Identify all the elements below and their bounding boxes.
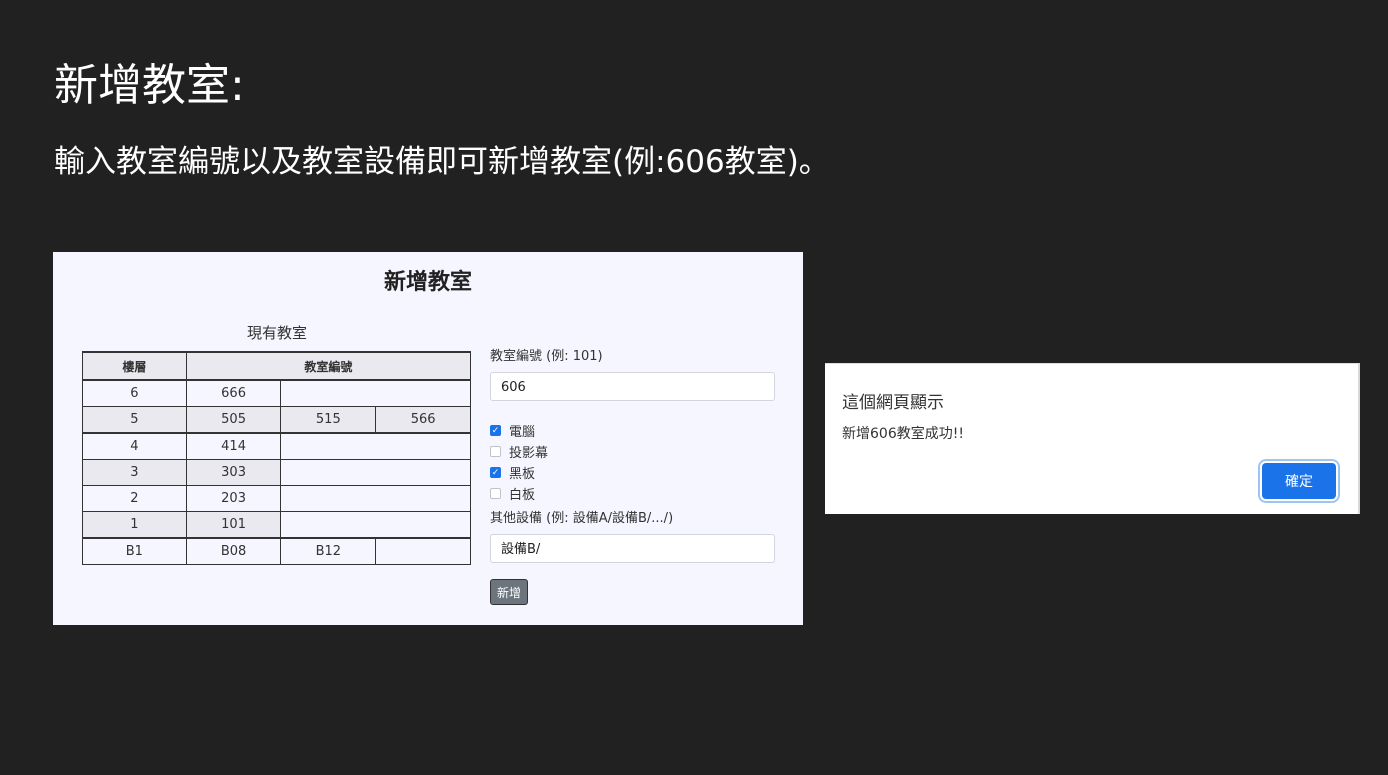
table-header-row: 樓層 教室編號 [82, 351, 472, 381]
table-row: 5 505 515 566 [82, 406, 471, 434]
add-classroom-form: 教室編號 (例: 101) 606 ✓ 電腦 投影幕 ✓ 黑板 白板 其他設備 … [490, 345, 777, 605]
equipment-option-whiteboard[interactable]: 白板 [490, 483, 777, 504]
equipment-option-computer[interactable]: ✓ 電腦 [490, 420, 777, 441]
checkbox-unchecked-icon[interactable] [490, 488, 501, 499]
table-row: 6 666 [82, 379, 471, 407]
table-row: 1 101 [82, 511, 471, 539]
alert-dialog: 這個網頁顯示 新增606教室成功!! 確定 [825, 363, 1360, 514]
room-cell: 203 [185, 485, 282, 512]
room-cell [280, 485, 471, 512]
floor-cell: 2 [82, 485, 187, 512]
room-number-input[interactable]: 606 [490, 372, 775, 401]
checkbox-checked-icon[interactable]: ✓ [490, 467, 501, 478]
slide-description: 輸入教室編號以及教室設備即可新增教室(例:606教室)。 [54, 144, 830, 180]
equipment-checklist: ✓ 電腦 投影幕 ✓ 黑板 白板 [490, 420, 777, 504]
dialog-message: 新增606教室成功!! [842, 426, 964, 442]
room-cell: 414 [185, 432, 282, 460]
room-cell [375, 537, 471, 565]
floor-cell: 1 [82, 511, 187, 539]
room-cell [280, 379, 471, 407]
other-equipment-label: 其他設備 (例: 設備A/設備B/.../) [490, 511, 674, 526]
table-row: 4 414 [82, 432, 471, 460]
equipment-label: 電腦 [509, 425, 536, 440]
room-cell: 101 [185, 511, 282, 539]
classroom-table: 樓層 教室編號 6 666 5 505 515 566 4 414 3 303 … [82, 351, 472, 565]
add-classroom-panel: 新增教室 現有教室 樓層 教室編號 6 666 5 505 515 566 4 … [53, 252, 803, 625]
room-number-label: 教室編號 (例: 101) [490, 349, 603, 364]
confirm-button[interactable]: 確定 [1262, 463, 1336, 499]
header-room-number: 教室編號 [185, 351, 472, 381]
room-cell: 515 [280, 406, 377, 434]
slide-title: 新增教室: [54, 60, 245, 111]
room-cell: B12 [280, 537, 377, 565]
room-cell: 566 [375, 406, 471, 434]
checkbox-unchecked-icon[interactable] [490, 446, 501, 457]
room-cell: 666 [185, 379, 282, 407]
room-cell [280, 511, 471, 539]
other-equipment-input[interactable]: 設備B/ [490, 534, 775, 563]
room-cell: 505 [185, 406, 282, 434]
floor-cell: 3 [82, 459, 187, 486]
room-cell [280, 432, 471, 460]
add-button[interactable]: 新增 [490, 579, 528, 605]
table-row: 3 303 [82, 459, 471, 486]
equipment-label: 白板 [509, 488, 536, 503]
table-row: B1 B08 B12 [82, 537, 471, 565]
table-caption: 現有教室 [246, 324, 307, 342]
header-floor: 樓層 [82, 351, 187, 381]
equipment-label: 黑板 [509, 467, 536, 482]
room-cell [280, 459, 471, 486]
room-cell: B08 [185, 537, 282, 565]
dialog-title: 這個網頁顯示 [842, 393, 944, 413]
equipment-option-blackboard[interactable]: ✓ 黑板 [490, 462, 777, 483]
equipment-label: 投影幕 [509, 446, 549, 461]
floor-cell: B1 [82, 537, 187, 565]
equipment-option-projector-screen[interactable]: 投影幕 [490, 441, 777, 462]
floor-cell: 6 [82, 379, 187, 407]
floor-cell: 5 [82, 406, 187, 434]
floor-cell: 4 [82, 432, 187, 460]
table-row: 2 203 [82, 485, 471, 512]
panel-heading: 新增教室 [383, 270, 472, 295]
room-cell: 303 [185, 459, 282, 486]
checkbox-checked-icon[interactable]: ✓ [490, 425, 501, 436]
